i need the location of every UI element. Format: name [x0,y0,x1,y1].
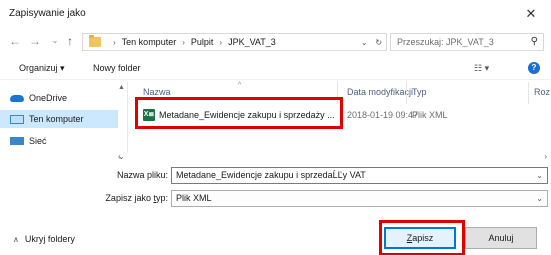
column-header-date[interactable]: Data modyfikacji [347,87,413,97]
column-header-name[interactable]: Nazwa [143,87,171,97]
search-icon[interactable]: ⚲ [531,34,538,50]
address-dropdown-icon[interactable]: ⌄ [361,38,368,47]
up-arrow-icon[interactable]: ↑ [63,33,77,49]
cloud-icon [10,94,24,102]
address-tools: ⌄ ↻ [357,33,387,51]
scroll-up-icon[interactable]: ▲ [118,84,125,91]
network-icon [10,137,24,145]
new-folder-button[interactable]: Nowy folder [93,63,141,73]
column-header-size[interactable]: Roz [534,87,550,97]
hide-folders-button[interactable]: ∧ Ukryj foldery [13,234,75,244]
computer-icon [10,114,24,124]
search-placeholder: Przeszukaj: JPK_VAT_3 [397,37,494,47]
highlight-box-save [379,220,465,255]
filename-label: Nazwa pliku: [116,170,168,180]
view-options-button[interactable]: ☷ ▾ [474,63,489,74]
filename-value: Metadane_Ewidencje zakupu i sprzedaĹĽy V… [176,170,366,180]
nav-collapse-chevron-icon[interactable]: ⌄ [118,152,125,161]
sidebar-item-onedrive[interactable]: OneDrive [0,89,118,107]
file-date: 2018-01-19 09:47 [347,110,419,120]
column-divider[interactable] [528,82,529,104]
title-bar: Zapisywanie jako ✕ [0,0,551,28]
filename-field[interactable]: Metadane_Ewidencje zakupu i sprzedaĹĽy V… [171,167,548,184]
sidebar-item-this-pc[interactable]: Ten komputer [0,110,118,128]
save-as-type-select[interactable]: Plik XML ⌄ [171,190,548,207]
chevron-up-icon: ∧ [13,235,19,244]
chevron-right-icon[interactable]: › [219,38,222,47]
search-input[interactable]: Przeszukaj: JPK_VAT_3 ⚲ [390,33,544,51]
recent-locations-chevron-icon[interactable]: ⌄ [48,33,62,49]
sort-ascending-icon: ^ [238,82,242,89]
refresh-icon[interactable]: ↻ [375,38,382,47]
save-form: Nazwa pliku: Metadane_Ewidencje zakupu i… [0,166,551,255]
forward-arrow-icon[interactable]: → [28,33,42,49]
chevron-down-icon[interactable]: ⌄ [536,168,543,183]
breadcrumb[interactable]: › Ten komputer › Pulpit › JPK_VAT_3 [82,33,357,51]
scroll-right-icon[interactable]: › [544,152,547,161]
breadcrumb-item-desktop[interactable]: Pulpit [191,37,214,47]
column-divider[interactable] [406,82,407,104]
toolbar: Organizuj ▾ Nowy folder ☷ ▾ ? [0,58,551,80]
close-icon[interactable]: ✕ [519,3,543,25]
sidebar-item-label: Sieć [29,136,47,146]
breadcrumb-item-folder[interactable]: JPK_VAT_3 [228,37,276,47]
sidebar-item-label: OneDrive [29,93,68,103]
breadcrumb-item-computer[interactable]: Ten komputer [122,37,177,47]
save-as-type-value: Plik XML [176,193,212,203]
hide-folders-label: Ukryj foldery [24,234,75,244]
window-title: Zapisywanie jako [9,8,86,19]
address-row: ← → ⌄ ↑ › Ten komputer › Pulpit › JPK_VA… [0,30,551,54]
cancel-button[interactable]: Anuluj [465,227,537,249]
horizontal-scrollbar[interactable]: ‹ › [118,152,551,164]
highlight-box-file [135,97,343,129]
folder-icon [89,35,101,47]
chevron-right-icon[interactable]: › [182,38,185,47]
back-arrow-icon[interactable]: ← [8,33,22,49]
help-icon[interactable]: ? [528,62,540,74]
chevron-right-icon[interactable]: › [113,38,116,47]
column-header-type[interactable]: Typ [412,87,427,97]
sidebar-item-network[interactable]: Sieć [0,132,118,150]
sidebar-item-label: Ten komputer [29,114,84,124]
file-type: Plik XML [412,110,448,120]
organize-button[interactable]: Organizuj ▾ [19,63,65,74]
navigation-pane: ▲ OneDrive Ten komputer Sieć ▼ [0,82,128,164]
save-as-type-label: Zapisz jako typ: [105,193,168,203]
chevron-down-icon[interactable]: ⌄ [536,191,543,206]
